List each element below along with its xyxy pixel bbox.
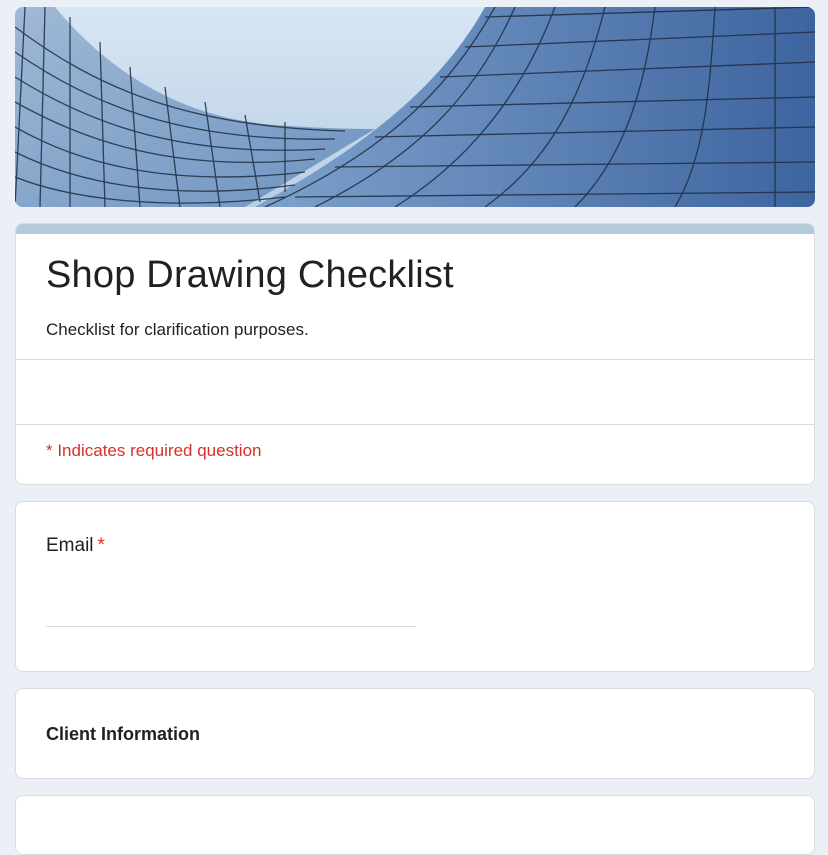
- section-header-card: Client Information: [15, 688, 815, 779]
- required-asterisk: *: [97, 535, 105, 556]
- form-description: Checklist for clarification purposes.: [46, 320, 309, 339]
- header-banner-image: [15, 7, 815, 207]
- divider: [16, 424, 814, 425]
- email-question-label: Email *: [46, 535, 105, 557]
- title-card-accent-bar: [16, 224, 814, 234]
- email-question-card: Email *: [15, 501, 815, 672]
- form-container: Shop Drawing Checklist Checklist for cla…: [15, 7, 815, 855]
- divider: [16, 359, 814, 360]
- form-title-card: Shop Drawing Checklist Checklist for cla…: [15, 223, 815, 485]
- section-title: Client Information: [46, 724, 200, 744]
- email-field[interactable]: [46, 590, 416, 627]
- next-question-card: [15, 795, 815, 855]
- form-title: Shop Drawing Checklist: [46, 254, 454, 296]
- required-question-note: * Indicates required question: [46, 441, 262, 460]
- email-label-text: Email: [46, 535, 94, 556]
